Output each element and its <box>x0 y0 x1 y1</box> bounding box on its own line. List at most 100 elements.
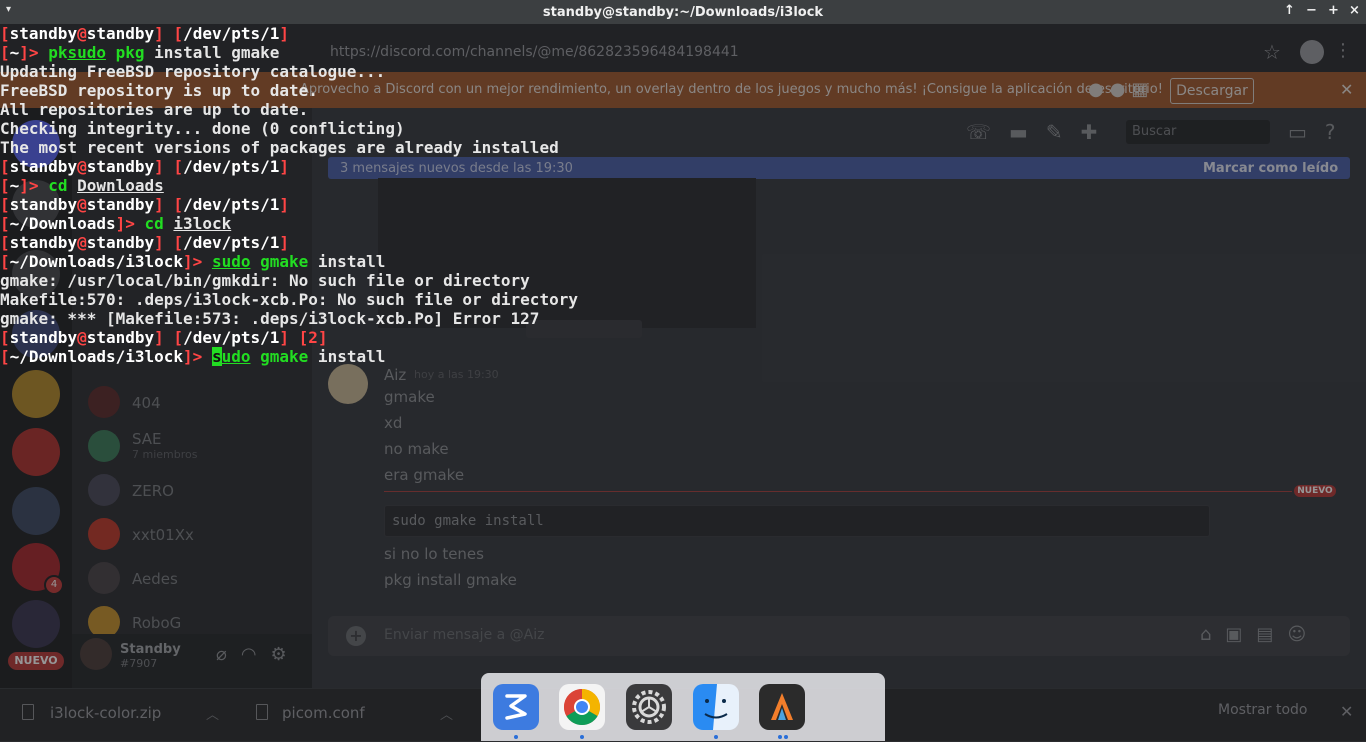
terminal-text: standby <box>9 24 78 43</box>
terminal-text: Updating FreeBSD repository catalogue... <box>0 62 386 81</box>
terminal-text: gmake: *** [Makefile:573: .deps/i3lock-x… <box>0 309 540 328</box>
terminal-text: cd <box>144 214 164 233</box>
terminal-text: 2 <box>308 328 318 347</box>
terminal-text: ]> <box>19 176 49 195</box>
terminal-line: [standby@standby] [/dev/pts/1] <box>0 157 1366 176</box>
minimize-icon[interactable]: − <box>1306 3 1317 18</box>
terminal-text: gmake: /usr/local/bin/gmkdir: No such fi… <box>0 271 530 290</box>
terminal-text: standby <box>9 157 78 176</box>
running-indicator <box>714 735 718 739</box>
terminal-line: [~/Downloads]> cd i3lock <box>0 214 1366 233</box>
terminal-text: ]> <box>183 252 212 271</box>
terminal-text: sudo <box>67 43 106 62</box>
chrome-icon[interactable] <box>559 684 605 730</box>
terminal-text: ] [ <box>154 328 184 347</box>
terminal-text: ] <box>279 157 290 176</box>
terminal-text: ] <box>317 328 328 347</box>
terminal-text: The most recent versions of packages are… <box>0 138 559 157</box>
terminal-text: gmake <box>260 347 309 366</box>
terminal-text: cd <box>48 176 68 195</box>
maximize-icon[interactable]: + <box>1328 3 1339 18</box>
terminal-text: ] [ <box>154 233 184 252</box>
terminal-text: ] [ <box>154 24 184 43</box>
terminal-line: [standby@standby] [/dev/pts/1] <box>0 233 1366 252</box>
terminal-text: [ <box>0 24 10 43</box>
terminal-line: The most recent versions of packages are… <box>0 138 1366 157</box>
emacs-icon[interactable] <box>493 684 539 730</box>
terminal-text: ]> <box>115 214 145 233</box>
terminal-text: All repositories are up to date. <box>0 100 309 119</box>
terminal-text: install <box>308 347 386 366</box>
terminal-text: udo <box>221 347 251 366</box>
terminal-text: /dev/pts/1 <box>183 24 280 43</box>
terminal-text: install gmake <box>144 43 280 62</box>
terminal-text: ~/Downloads/i3lock <box>9 347 184 366</box>
terminal-text: standby <box>9 195 78 214</box>
terminal-text: sudo <box>211 252 251 271</box>
terminal-line: Checking integrity... done (0 conflictin… <box>0 119 1366 138</box>
terminal-text: standby <box>9 328 78 347</box>
terminal-text: ] <box>279 24 290 43</box>
terminal-text: ~ <box>9 176 20 195</box>
terminal-text: standby <box>86 195 155 214</box>
terminal-text: ] [ <box>154 157 184 176</box>
terminal-text: @ <box>77 328 87 347</box>
terminal-text: ~/Downloads <box>9 214 116 233</box>
terminal-text: @ <box>77 233 87 252</box>
terminal-text: [ <box>0 233 10 252</box>
terminal-line: [standby@standby] [/dev/pts/1] [2] <box>0 328 1366 347</box>
terminal-text: [ <box>0 195 10 214</box>
finder-icon[interactable] <box>693 684 739 730</box>
terminal-text: [ <box>0 328 10 347</box>
terminal-line: Makefile:570: .deps/i3lock-xcb.Po: No su… <box>0 290 1366 309</box>
terminal-text: Makefile:570: .deps/i3lock-xcb.Po: No su… <box>0 290 578 309</box>
terminal-text: standby <box>86 24 155 43</box>
terminal-text: i3lock <box>173 214 232 233</box>
system-preferences-icon[interactable] <box>626 684 672 730</box>
terminal-text: ]> <box>19 43 49 62</box>
terminal-line: gmake: *** [Makefile:573: .deps/i3lock-x… <box>0 309 1366 328</box>
terminal-text: standby <box>86 157 155 176</box>
terminal-line: [~/Downloads/i3lock]> sudo gmake install <box>0 347 1366 366</box>
terminal-text: ~ <box>9 43 20 62</box>
terminal-text: @ <box>77 195 87 214</box>
alacritty-icon[interactable] <box>759 684 805 730</box>
window-titlebar[interactable]: ▾ standby@standby:~/Downloads/i3lock ↑ −… <box>0 0 1366 24</box>
running-indicator <box>580 735 584 739</box>
terminal-text: Downloads <box>77 176 164 195</box>
dock <box>481 673 885 741</box>
terminal-text: standby <box>86 233 155 252</box>
terminal-text: standby <box>86 328 155 347</box>
terminal-line: All repositories are up to date. <box>0 100 1366 119</box>
keep-above-icon[interactable]: ↑ <box>1284 3 1295 18</box>
running-indicator <box>514 735 518 739</box>
terminal-text: [ <box>0 252 10 271</box>
window-title: standby@standby:~/Downloads/i3lock <box>542 5 824 20</box>
terminal-line: [~]> pksudo pkg install gmake <box>0 43 1366 62</box>
terminal-line: [~/Downloads/i3lock]> sudo gmake install <box>0 252 1366 271</box>
terminal-text: @ <box>77 157 87 176</box>
terminal-text: FreeBSD repository is up to date. <box>0 81 318 100</box>
terminal-output[interactable]: [standby@standby] [/dev/pts/1] [~]> pksud… <box>0 24 1366 366</box>
terminal-text: ] [ <box>279 328 309 347</box>
terminal-text: standby <box>9 233 78 252</box>
terminal-text: ] <box>279 195 290 214</box>
terminal-text: install <box>308 252 386 271</box>
terminal-text: ] <box>279 233 290 252</box>
terminal-line: FreeBSD repository is up to date. <box>0 81 1366 100</box>
terminal-text: Checking integrity... done (0 conflictin… <box>0 119 405 138</box>
running-indicator <box>784 735 788 739</box>
terminal-text: gmake <box>260 252 309 271</box>
close-icon[interactable]: × <box>1349 3 1360 18</box>
terminal-text: /dev/pts/1 <box>183 195 280 214</box>
terminal-text: [ <box>0 43 10 62</box>
terminal-text: ~/Downloads/i3lock <box>9 252 184 271</box>
terminal-line: [standby@standby] [/dev/pts/1] <box>0 195 1366 214</box>
terminal-text: ]> <box>183 347 212 366</box>
terminal-line: gmake: /usr/local/bin/gmkdir: No such fi… <box>0 271 1366 290</box>
